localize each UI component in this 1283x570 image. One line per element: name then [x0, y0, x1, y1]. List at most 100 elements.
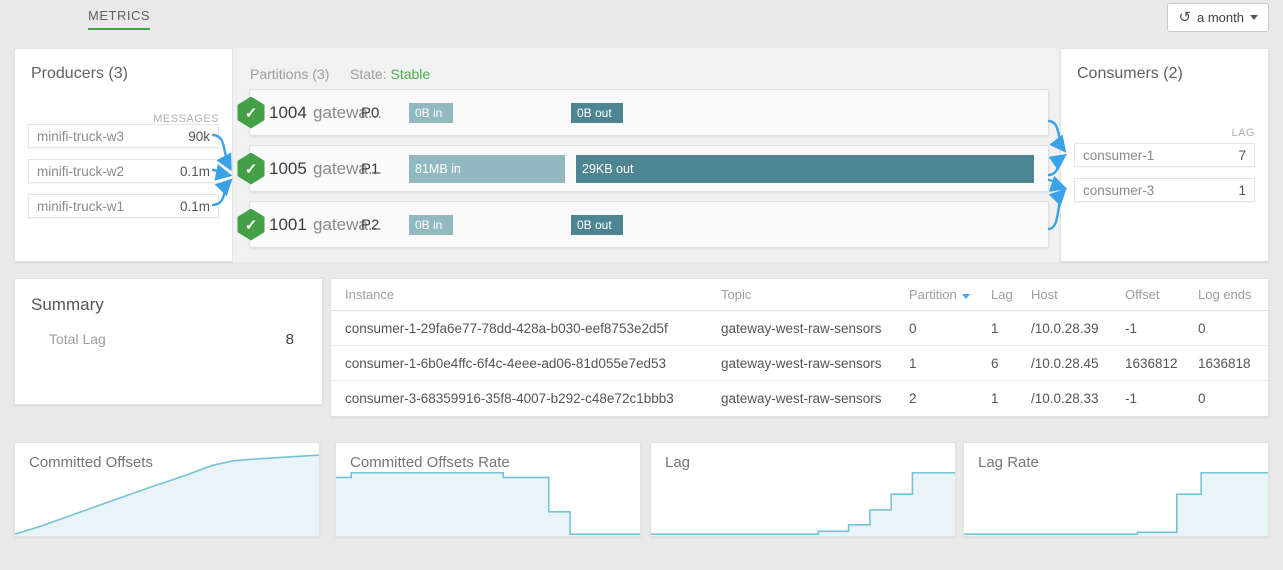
producer-row[interactable]: minifi-truck-w1 0.1m: [28, 194, 219, 218]
bytes-in-badge: 81MB in: [409, 155, 565, 183]
broker-id: 1005: [269, 159, 307, 179]
consumer-row[interactable]: consumer-1 7: [1074, 143, 1255, 167]
producers-title: Producers (3): [31, 65, 128, 83]
bytes-in-badge: 0B in: [409, 103, 453, 123]
chart-title: Lag Rate: [978, 454, 1039, 471]
consumers-panel: Consumers (2) LAG consumer-1 7 consumer-…: [1060, 48, 1269, 262]
chart-committed-offsets: Committed Offsets: [14, 442, 320, 537]
chevron-down-icon: [1250, 15, 1258, 20]
consumer-lag: 7: [1238, 148, 1246, 163]
cell-offset: -1: [1125, 321, 1198, 336]
consumer-name: consumer-3: [1083, 183, 1154, 198]
cell-partition: 2: [909, 391, 991, 406]
check-icon: ✓: [245, 160, 258, 178]
sort-caret-icon: [962, 294, 970, 299]
chart-title: Committed Offsets: [29, 454, 153, 471]
consumer-row[interactable]: consumer-3 1: [1074, 178, 1255, 202]
chart-lag: Lag: [650, 442, 956, 537]
cell-offset: 1636812: [1125, 356, 1198, 371]
chart-committed-offsets-rate: Committed Offsets Rate: [335, 442, 641, 537]
producer-row[interactable]: minifi-truck-w2 0.1m: [28, 159, 219, 183]
cell-topic: gateway-west-raw-sensors: [721, 391, 909, 406]
cell-topic: gateway-west-raw-sensors: [721, 321, 909, 336]
bytes-out-label: 29KB out: [582, 162, 633, 176]
bytes-out-label: 0B out: [577, 106, 612, 120]
chart-title: Committed Offsets Rate: [350, 454, 510, 471]
partitions-panel: Partitions (3) State: Stable ✓ 1004 gate…: [233, 48, 1060, 262]
cell-log-ends: 0: [1198, 391, 1268, 406]
cell-instance: consumer-1-6b0e4ffc-6f4c-4eee-ad06-81d05…: [345, 356, 721, 371]
producer-name: minifi-truck-w3: [37, 129, 124, 144]
bytes-out-label: 0B out: [577, 218, 612, 232]
partition-health-icon: ✓: [236, 209, 266, 241]
cell-lag: 1: [991, 321, 1031, 336]
broker-id: 1004: [269, 103, 307, 123]
bytes-in-label: 0B in: [415, 218, 442, 232]
table-body: consumer-1-29fa6e77-78dd-428a-b030-eef87…: [331, 311, 1268, 416]
consumer-name: consumer-1: [1083, 148, 1154, 163]
cell-topic: gateway-west-raw-sensors: [721, 356, 909, 371]
summary-panel: Summary Total Lag 8: [14, 278, 323, 405]
partition-row[interactable]: ✓ 1004 gatewa... P0 0B in 0B out: [249, 89, 1049, 136]
consumers-title: Consumers (2): [1077, 65, 1183, 83]
cell-partition: 0: [909, 321, 991, 336]
cell-host: /10.0.28.45: [1031, 356, 1125, 371]
producer-messages: 0.1m: [180, 164, 210, 179]
metrics-page: METRICS ↺ a month Producers (3) MESSAGES…: [0, 0, 1283, 570]
lag-column-header: LAG: [1231, 127, 1255, 139]
partitions-state: State: Stable: [350, 66, 430, 82]
table-row[interactable]: consumer-3-68359916-35f8-4007-b292-c48e7…: [331, 381, 1268, 416]
total-lag-label: Total Lag: [49, 331, 106, 348]
cell-host: /10.0.28.33: [1031, 391, 1125, 406]
broker-id: 1001: [269, 215, 307, 235]
consumer-instances-table: Instance Topic Partition Lag Host Offset…: [330, 278, 1269, 417]
table-row[interactable]: consumer-1-6b0e4ffc-6f4c-4eee-ad06-81d05…: [331, 346, 1268, 381]
bytes-in-badge: 0B in: [409, 215, 453, 235]
partition-row[interactable]: ✓ 1001 gatewa... P2 0B in 0B out: [249, 201, 1049, 248]
col-header-host[interactable]: Host: [1031, 287, 1125, 302]
partition-label: P2: [361, 216, 379, 233]
time-range-dropdown[interactable]: ↺ a month: [1167, 3, 1269, 32]
chart-lag-rate: Lag Rate: [963, 442, 1269, 537]
partition-health-icon: ✓: [236, 153, 266, 185]
col-header-log-ends[interactable]: Log ends: [1198, 287, 1268, 302]
time-range-label: a month: [1197, 10, 1244, 25]
summary-title: Summary: [31, 295, 104, 315]
col-header-topic[interactable]: Topic: [721, 287, 909, 302]
cell-lag: 6: [991, 356, 1031, 371]
cell-log-ends: 0: [1198, 321, 1268, 336]
tab-metrics[interactable]: METRICS: [88, 8, 150, 30]
bytes-out-badge: 0B out: [571, 103, 623, 123]
chart-title: Lag: [665, 454, 690, 471]
partition-row[interactable]: ✓ 1005 gatewa... P1 81MB in 29KB out: [249, 145, 1049, 192]
table-header-row: Instance Topic Partition Lag Host Offset…: [331, 279, 1268, 311]
producer-name: minifi-truck-w1: [37, 199, 124, 214]
partitions-title: Partitions (3): [250, 66, 329, 82]
cell-log-ends: 1636818: [1198, 356, 1268, 371]
col-header-instance[interactable]: Instance: [345, 287, 721, 302]
producers-panel: Producers (3) MESSAGES minifi-truck-w3 9…: [14, 48, 233, 262]
history-icon: ↺: [1178, 10, 1191, 25]
col-header-offset[interactable]: Offset: [1125, 287, 1198, 302]
cell-instance: consumer-3-68359916-35f8-4007-b292-c48e7…: [345, 391, 721, 406]
producer-row[interactable]: minifi-truck-w3 90k: [28, 124, 219, 148]
producer-name: minifi-truck-w2: [37, 164, 124, 179]
state-value: Stable: [390, 66, 430, 82]
bytes-in-label: 0B in: [415, 106, 442, 120]
consumers-list: consumer-1 7 consumer-3 1: [1074, 143, 1255, 213]
producer-messages: 90k: [188, 129, 210, 144]
consumer-lag: 1: [1238, 183, 1246, 198]
partition-label: P0: [361, 104, 379, 121]
partition-health-icon: ✓: [236, 97, 266, 129]
col-header-lag[interactable]: Lag: [991, 287, 1031, 302]
cell-host: /10.0.28.39: [1031, 321, 1125, 336]
bytes-in-label: 81MB in: [415, 162, 461, 176]
total-lag-value: 8: [286, 331, 294, 348]
summary-total-lag: Total Lag 8: [49, 331, 294, 348]
check-icon: ✓: [245, 216, 258, 234]
col-header-partition[interactable]: Partition: [909, 287, 991, 302]
producer-messages: 0.1m: [180, 199, 210, 214]
cell-lag: 1: [991, 391, 1031, 406]
partition-label: P1: [361, 160, 379, 177]
table-row[interactable]: consumer-1-29fa6e77-78dd-428a-b030-eef87…: [331, 311, 1268, 346]
